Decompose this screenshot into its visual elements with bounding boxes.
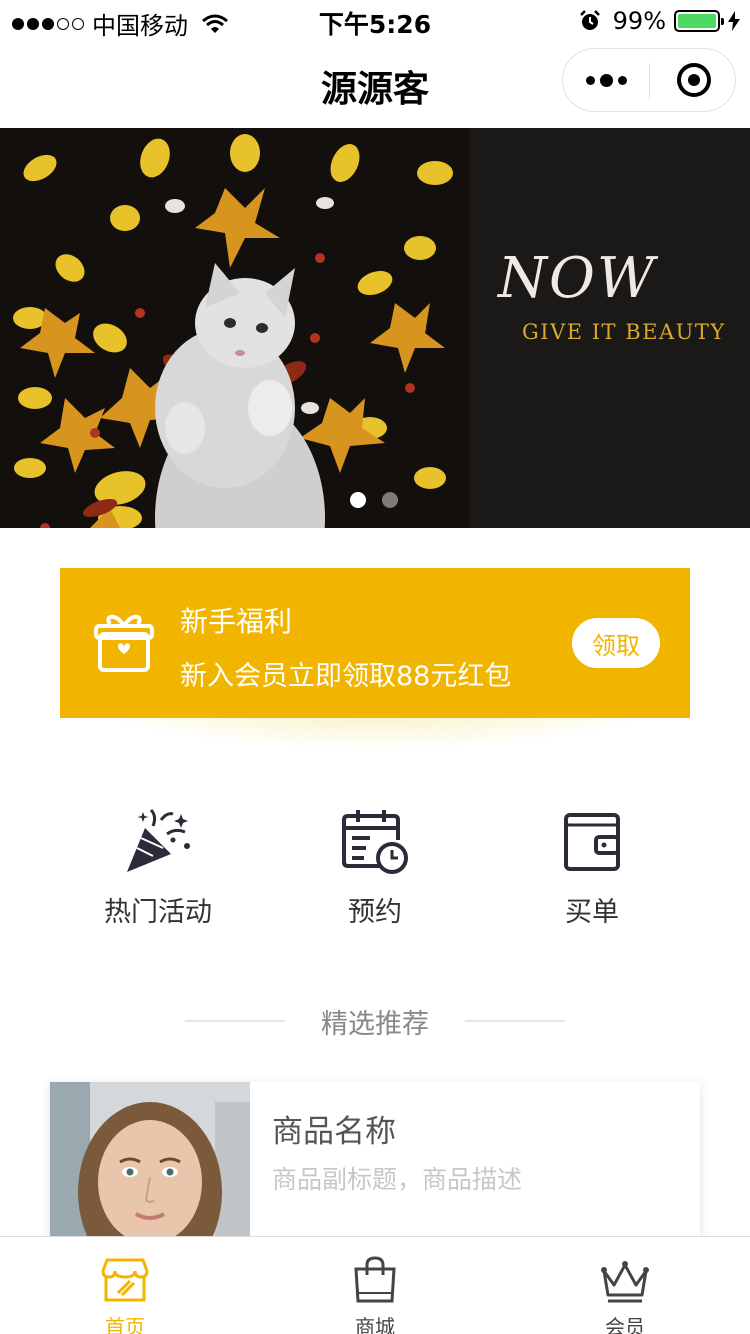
- navigation-bar: 源源客: [0, 40, 750, 128]
- battery-percent: 99%: [612, 7, 666, 35]
- quick-action-booking[interactable]: 预约: [250, 806, 500, 929]
- tab-bar: 首页 商城 会员: [0, 1236, 750, 1334]
- section-divider-right: [465, 1020, 565, 1022]
- capsule-divider: [649, 63, 650, 99]
- tab-label: 商城: [355, 1315, 395, 1334]
- quick-action-label: 买单: [565, 897, 619, 928]
- more-button[interactable]: [563, 49, 649, 111]
- wallet-icon: [564, 813, 620, 871]
- gift-icon: [94, 614, 154, 672]
- close-button[interactable]: [651, 49, 737, 111]
- status-bar-right: 99%: [579, 7, 740, 35]
- target-icon: [677, 63, 711, 97]
- quick-action-hot-events[interactable]: 热门活动: [33, 806, 283, 929]
- carousel-dot-2[interactable]: [382, 492, 398, 508]
- tab-home[interactable]: 首页: [0, 1237, 250, 1334]
- charging-icon: [728, 11, 740, 31]
- party-popper-icon: [127, 808, 190, 872]
- quick-action-pay-bill[interactable]: 买单: [467, 806, 717, 929]
- welfare-description: 新入会员立即领取88元红包: [180, 661, 512, 692]
- tab-label: 首页: [105, 1315, 145, 1334]
- crown-icon: [601, 1261, 649, 1303]
- tab-mall[interactable]: 商城: [250, 1237, 500, 1334]
- quick-action-label: 热门活动: [104, 897, 212, 928]
- welfare-title: 新手福利: [180, 605, 293, 638]
- carousel-indicator: [350, 492, 398, 508]
- storefront-icon: [101, 1258, 149, 1302]
- status-bar: 中国移动 下午5:26 99%: [0, 0, 750, 40]
- mini-program-capsule: [562, 48, 736, 112]
- product-name: 商品名称: [272, 1114, 396, 1150]
- newcomer-welfare-card[interactable]: 新手福利 新入会员立即领取88元红包 领取: [60, 568, 690, 718]
- alarm-icon: [579, 10, 600, 30]
- claim-button[interactable]: 领取: [572, 618, 660, 668]
- battery-icon: [674, 10, 724, 32]
- quick-action-label: 预约: [348, 897, 402, 928]
- banner-carousel[interactable]: NOW GIVE IT BEAUTY: [0, 128, 750, 528]
- section-title: 精选推荐: [321, 1009, 429, 1040]
- tab-member[interactable]: 会员: [500, 1237, 750, 1334]
- product-subtitle: 商品副标题，商品描述: [272, 1165, 523, 1194]
- shopping-bag-icon: [354, 1256, 396, 1303]
- calendar-clock-icon: [342, 810, 408, 874]
- tab-label: 会员: [605, 1315, 645, 1334]
- banner-tagline: GIVE IT BEAUTY: [522, 320, 726, 344]
- banner-headline: NOW: [498, 246, 657, 311]
- carousel-dot-1[interactable]: [350, 492, 366, 508]
